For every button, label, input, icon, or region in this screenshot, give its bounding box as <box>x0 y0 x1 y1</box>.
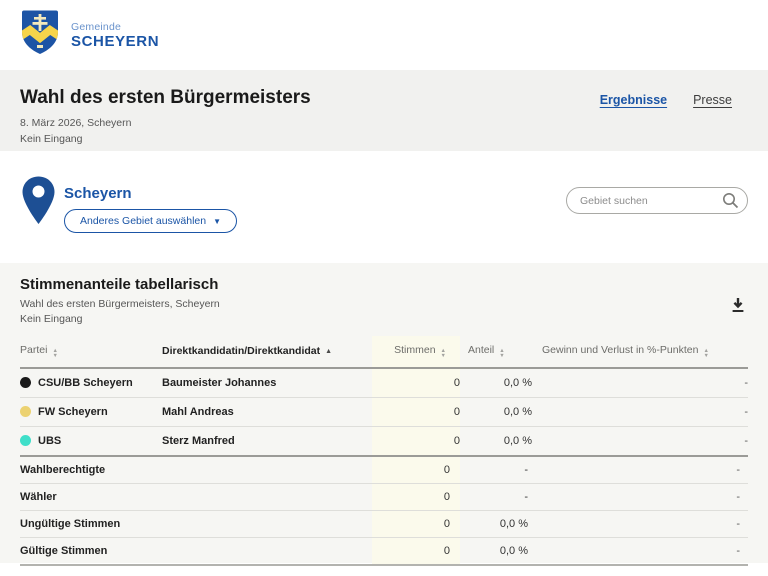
brand-org: Gemeinde <box>71 20 122 33</box>
election-date: 8. März 2026, Scheyern <box>20 117 132 129</box>
area-search-input[interactable] <box>566 187 748 214</box>
sort-icon: ▲ ▼ <box>703 348 709 359</box>
sort-icon: ▲ ▼ <box>499 348 505 359</box>
table-row-ungueltige: Ungültige Stimmen 0 0,0 % - <box>20 510 748 539</box>
download-icon <box>730 298 746 317</box>
table-header-row: Partei ▲ ▼ Direktkandidatin/Direktkandidat… <box>20 336 748 370</box>
report-status: Kein Eingang <box>20 132 83 145</box>
sort-icon: ▲ ▼ <box>52 348 58 359</box>
col-header-anteil[interactable]: Anteil ▲ ▼ <box>460 336 532 370</box>
sort-ascending-icon: ▲ <box>325 348 333 356</box>
col-header-partei[interactable]: Partei ▲ ▼ <box>20 336 162 370</box>
col-header-gewinn-verlust[interactable]: Gewinn und Verlust in %-Punkten ▲ ▼ <box>532 336 748 370</box>
sort-icon: ▲ ▼ <box>440 348 446 359</box>
party-color-dot <box>20 435 31 447</box>
chevron-down-icon: ▼ <box>213 216 222 226</box>
search-icon[interactable] <box>722 192 739 214</box>
card-subtitle: Wahl des ersten Bürgermeisters, Scheyern <box>20 298 220 310</box>
party-color-dot <box>20 377 31 389</box>
page-title: Wahl des ersten Bürgermeisters <box>20 87 311 108</box>
table-row-csu: CSU/BB Scheyern Baumeister Johannes 0 0,… <box>20 368 748 399</box>
nav-link-ergebnisse[interactable]: Ergebnisse <box>600 93 667 107</box>
results-table: Partei ▲ ▼ Direktkandidatin/Direktkandidat… <box>20 336 748 567</box>
table-row-waehler: Wähler 0 - - <box>20 483 748 512</box>
nav-link-presse[interactable]: Presse <box>693 93 732 107</box>
table-row-ubs: UBS Sterz Manfred 0 0,0 % - <box>20 426 748 458</box>
card-status: Kein Eingang <box>20 312 83 325</box>
table-row-fw: FW Scheyern Mahl Andreas 0 0,0 % - <box>20 397 748 428</box>
coat-of-arms-icon <box>20 9 60 61</box>
table-row-wahlberechtigte: Wahlberechtigte 0 - - <box>20 456 748 485</box>
change-area-button[interactable]: Anderes Gebiet auswählen ▼ <box>64 209 238 233</box>
col-header-kandidat[interactable]: Direktkandidatin/Direktkandidat ▲ <box>162 336 372 370</box>
area-section: Scheyern Anderes Gebiet auswählen ▼ <box>0 151 768 263</box>
col-header-stimmen[interactable]: Stimmen ▲ ▼ <box>372 336 460 370</box>
map-pin-icon <box>20 175 57 232</box>
election-title-band: Wahl des ersten Bürgermeisters 8. März 2… <box>0 70 768 151</box>
brand-header: Gemeinde SCHEYERN <box>0 0 768 70</box>
logo[interactable]: Gemeinde SCHEYERN <box>20 9 159 61</box>
card-title: Stimmenanteile tabellarisch <box>20 276 219 293</box>
party-color-dot <box>20 406 31 418</box>
results-press-nav: Ergebnisse Presse <box>600 93 748 107</box>
vote-share-card: Stimmenanteile tabellarisch Wahl des ers… <box>0 263 768 567</box>
brand-name: SCHEYERN <box>71 32 160 50</box>
selected-area-name: Scheyern <box>64 185 132 202</box>
table-row-gueltige: Gültige Stimmen 0 0,0 % - <box>20 537 748 567</box>
download-button[interactable] <box>728 295 748 319</box>
